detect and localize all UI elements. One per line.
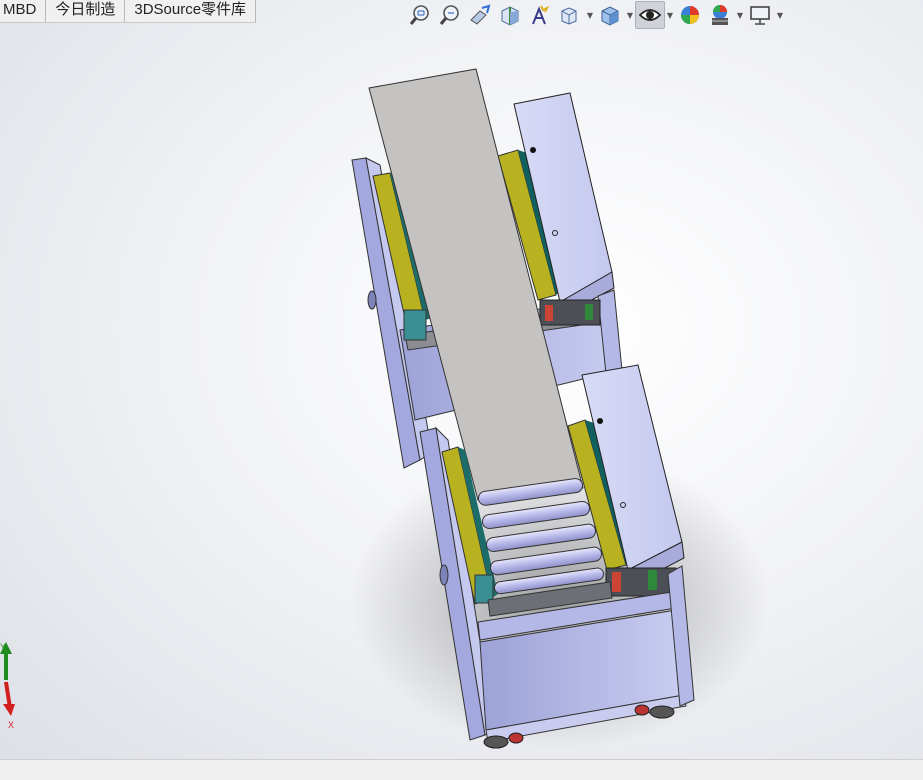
document-tab-bar: MBD 今日制造 3DSource零件库 <box>0 0 257 23</box>
zoom-to-area-icon[interactable] <box>435 1 465 29</box>
hide-show-items-icon[interactable] <box>635 1 665 29</box>
tab-3dsource-library[interactable]: 3DSource零件库 <box>125 0 257 22</box>
apply-scene-dropdown[interactable]: ▼ <box>735 1 745 29</box>
tab-mbd[interactable]: MBD <box>0 0 47 22</box>
dynamic-annotation-icon[interactable] <box>525 1 555 29</box>
graphics-viewport[interactable] <box>0 30 923 760</box>
apply-scene-icon[interactable] <box>705 1 735 29</box>
tab-jinri-zhizao[interactable]: 今日制造 <box>46 0 126 22</box>
section-view-icon[interactable] <box>495 1 525 29</box>
edit-appearance-icon[interactable] <box>675 1 705 29</box>
view-orientation-dropdown[interactable]: ▼ <box>585 1 595 29</box>
triad-y-label: Y <box>0 642 6 652</box>
display-style-dropdown[interactable]: ▼ <box>625 1 635 29</box>
reference-triad: Y X <box>0 642 15 730</box>
triad-x-label: X <box>8 720 14 730</box>
hide-show-dropdown[interactable]: ▼ <box>665 1 675 29</box>
previous-view-icon[interactable] <box>465 1 495 29</box>
status-bar <box>0 759 923 780</box>
view-orientation-icon[interactable] <box>555 1 585 29</box>
zoom-to-fit-icon[interactable] <box>405 1 435 29</box>
heads-up-view-toolbar: ▼ ▼ ▼ ▼ ▼ <box>405 0 785 30</box>
view-settings-dropdown[interactable]: ▼ <box>775 1 785 29</box>
display-style-icon[interactable] <box>595 1 625 29</box>
view-settings-icon[interactable] <box>745 1 775 29</box>
